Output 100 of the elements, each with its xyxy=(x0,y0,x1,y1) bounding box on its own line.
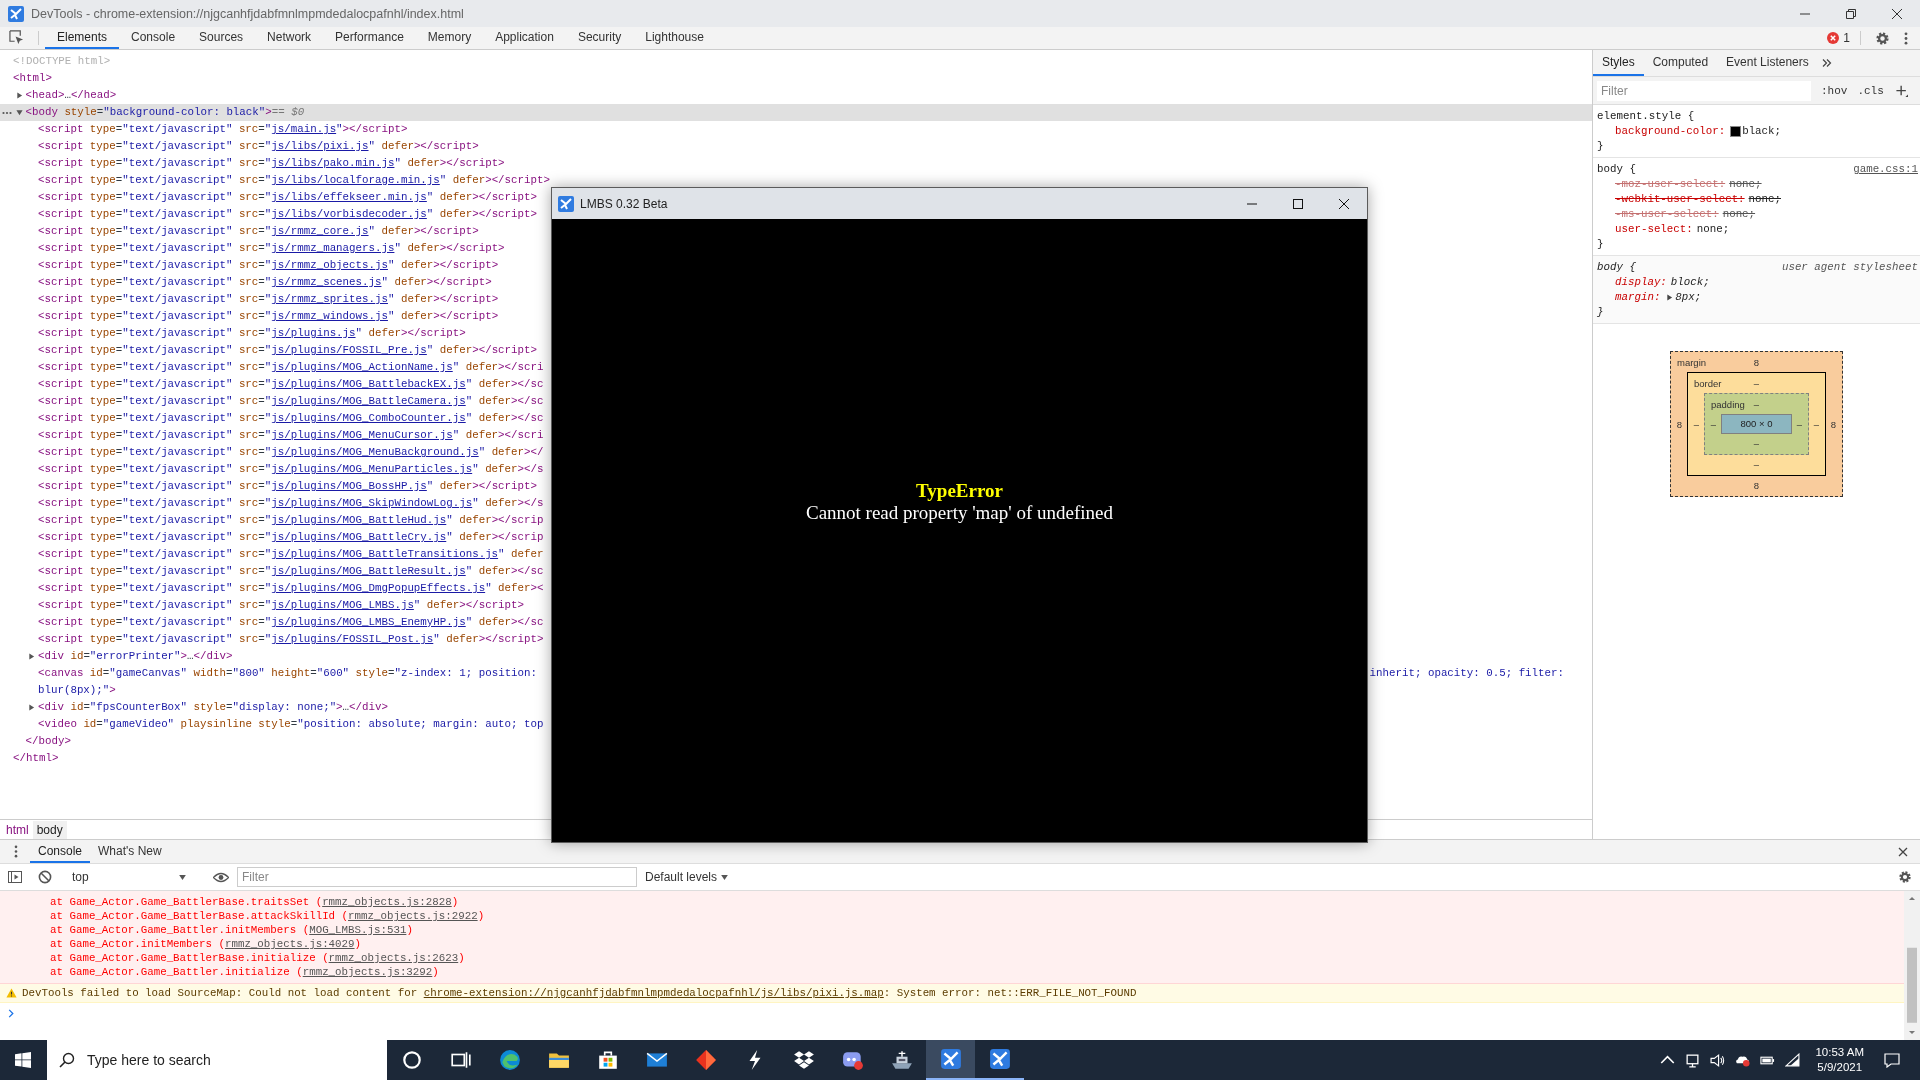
dom-node-row[interactable]: <script type="text/javascript" src="js/rmmz_objects.js" defer></script> xyxy=(0,257,499,274)
taskbar-app-button[interactable] xyxy=(926,1040,975,1080)
device-icon[interactable] xyxy=(1685,1052,1701,1068)
dom-node-row[interactable]: <script type="text/javascript" src="js/plugins/MOG_BattlebackEX.js" defer></sc xyxy=(0,376,544,393)
dom-node-row[interactable]: <script type="text/javascript" src="js/plugins/MOG_MenuCursor.js" defer></scri xyxy=(0,427,544,444)
dom-node-row[interactable]: <head>…</head> xyxy=(0,87,117,104)
file-link[interactable]: js/libs/pixi.js xyxy=(271,138,369,155)
breadcrumb[interactable]: html xyxy=(2,820,33,839)
dom-node-row[interactable]: <script type="text/javascript" src="js/plugins/MOG_MenuParticles.js" defer></s xyxy=(0,461,544,478)
file-link[interactable]: js/plugins/MOG_BattlebackEX.js xyxy=(271,376,466,393)
sidebar-tab[interactable]: Computed xyxy=(1643,50,1718,76)
boxes-icon[interactable] xyxy=(792,1049,815,1071)
file-link[interactable]: js/plugins/MOG_ActionName.js xyxy=(271,359,453,376)
file-link[interactable]: js/rmmz_windows.js xyxy=(271,308,388,325)
source-link[interactable]: rmmz_objects.js:2828 xyxy=(322,896,452,908)
dom-node-row[interactable]: <div id="errorPrinter">…</div> xyxy=(0,648,233,665)
dom-node-row[interactable]: <script type="text/javascript" src="js/plugins/MOG_ActionName.js" defer></scri xyxy=(0,359,544,376)
expand-triangle-icon[interactable] xyxy=(15,92,23,99)
dom-node-row[interactable]: <script type="text/javascript" src="js/plugins/MOG_BattleTransitions.js" defer xyxy=(0,546,544,563)
dom-node-row[interactable]: <script type="text/javascript" src="js/plugins/MOG_BattleCamera.js" defer></sc xyxy=(0,393,544,410)
dom-node-row[interactable]: <script type="text/javascript" src="js/plugins/MOG_BattleResult.js" defer></sc xyxy=(0,563,544,580)
file-link[interactable]: js/plugins/MOG_ComboCounter.js xyxy=(271,410,466,427)
file-link[interactable]: js/plugins/MOG_BattleCamera.js xyxy=(271,393,466,410)
filter-field[interactable]: Filter xyxy=(1597,80,1811,101)
file-link[interactable]: js/rmmz_sprites.js xyxy=(271,291,388,308)
file-link[interactable]: js/plugins/MOG_BattleCry.js xyxy=(271,529,447,546)
dom-node-row[interactable]: <script type="text/javascript" src="js/plugins/MOG_BattleHud.js" defer></scrip xyxy=(0,512,544,529)
drawer-menu-icon[interactable] xyxy=(14,845,18,858)
windows-start-icon[interactable] xyxy=(15,1052,31,1068)
expand-triangle-icon[interactable] xyxy=(28,653,35,660)
wifi-icon[interactable] xyxy=(1785,1052,1801,1068)
close-icon[interactable] xyxy=(1898,846,1908,857)
clock[interactable]: 10:53 AM 5/9/2021 xyxy=(1815,1045,1864,1075)
eye-icon[interactable] xyxy=(213,871,229,883)
dom-node-row[interactable]: <script type="text/javascript" src="js/libs/pixi.js" defer></script> xyxy=(0,138,479,155)
notification-icon[interactable] xyxy=(1884,1052,1900,1068)
diamond-icon[interactable] xyxy=(694,1049,717,1071)
panel-tab[interactable]: Console xyxy=(119,27,188,49)
file-link[interactable]: js/plugins/MOG_MenuParticles.js xyxy=(271,461,473,478)
breadcrumb[interactable]: body xyxy=(32,820,67,839)
source-link[interactable]: MOG_LMBS.js:531 xyxy=(309,924,407,936)
file-link[interactable]: js/plugins/MOG_MenuBackground.js xyxy=(271,444,479,461)
log-levels-dropdown[interactable]: Default levels xyxy=(645,870,729,884)
new-rule-icon[interactable] xyxy=(1895,84,1908,97)
dom-node-row[interactable]: <script type="text/javascript" src="js/plugins/FOSSIL_Post.js" defer></script> xyxy=(0,631,544,648)
scrollbar-drawing[interactable] xyxy=(1904,891,1920,1040)
file-link[interactable]: js/plugins.js xyxy=(271,325,356,342)
file-link[interactable]: js/libs/vorbisdecoder.js xyxy=(271,206,427,223)
file-link[interactable]: js/plugins/MOG_LMBS_EnemyHP.js xyxy=(271,614,466,631)
dom-node-row[interactable]: <canvas id="gameCanvas" width="800" height="600" style="z-index: 1; position: xyxy=(0,665,538,682)
dom-node-row[interactable]: <script type="text/javascript" src="js/rmmz_scenes.js" defer></script> xyxy=(0,274,492,291)
app-icon[interactable] xyxy=(841,1049,864,1071)
file-link[interactable]: js/main.js xyxy=(271,121,337,138)
source-link[interactable]: rmmz_objects.js:2623 xyxy=(328,952,459,964)
ship-icon[interactable] xyxy=(890,1049,913,1071)
source-link[interactable]: chrome-extension://njgcanhfjdabfmnlmpmdedalocpafnhl/js/libs/pixi.js.map xyxy=(423,987,884,999)
source-link[interactable]: rmmz_objects.js:2922 xyxy=(348,910,478,922)
file-link[interactable]: js/rmmz_core.js xyxy=(271,223,369,240)
dom-node-row[interactable]: <script type="text/javascript" src="js/plugins/MOG_LMBS.js" defer></script> xyxy=(0,597,525,614)
dom-node-row[interactable]: <script type="text/javascript" src="js/plugins/MOG_MenuBackground.js" defer></ xyxy=(0,444,544,461)
cls-toggle[interactable]: .cls xyxy=(1857,84,1884,97)
file-link[interactable]: js/plugins/FOSSIL_Post.js xyxy=(271,631,434,648)
dom-node-row[interactable]: <script type="text/javascript" src="js/plugins.js" defer></script> xyxy=(0,325,466,342)
file-link[interactable]: js/plugins/MOG_BattleResult.js xyxy=(271,563,466,580)
browser-icon[interactable] xyxy=(498,1049,521,1071)
hov-toggle[interactable]: :hov xyxy=(1821,84,1848,97)
dom-node-row[interactable]: <script type="text/javascript" src="js/plugins/MOG_BattleCry.js" defer></scrip xyxy=(0,529,544,546)
search-field[interactable]: Type here to search xyxy=(85,1051,387,1069)
inspect-icon[interactable] xyxy=(9,30,24,45)
file-link[interactable]: js/rmmz_managers.js xyxy=(271,240,395,257)
panel-tab[interactable]: Security xyxy=(565,27,634,49)
sidebar-toggle-icon[interactable] xyxy=(8,870,22,884)
file-link[interactable]: js/plugins/MOG_BossHP.js xyxy=(271,478,427,495)
file-link[interactable]: js/plugins/MOG_DmgPopupEffects.js xyxy=(271,580,486,597)
search-box[interactable]: Type here to search xyxy=(47,1040,387,1080)
panel-tab[interactable]: Performance xyxy=(323,27,416,49)
file-link[interactable]: js/rmmz_objects.js xyxy=(271,257,388,274)
file-link[interactable]: js/rmmz_scenes.js xyxy=(271,274,382,291)
dom-node-row[interactable]: <div id="fpsCounterBox" style="display: none;">…</div> xyxy=(0,699,388,716)
dom-node-row[interactable]: <script type="text/javascript" src="js/plugins/MOG_BossHP.js" defer></script> xyxy=(0,478,537,495)
dom-node-row[interactable]: <script type="text/javascript" src="js/plugins/MOG_ComboCounter.js" defer></sc xyxy=(0,410,544,427)
settings-icon[interactable] xyxy=(1875,30,1890,46)
dom-node-row[interactable]: <script type="text/javascript" src="js/plugins/MOG_DmgPopupEffects.js" defer>< xyxy=(0,580,544,597)
store-bag-icon[interactable] xyxy=(596,1049,619,1071)
expand-triangle-icon[interactable] xyxy=(15,109,23,116)
dom-node-row[interactable]: <script type="text/javascript" src="js/plugins/MOG_SkipWindowLog.js" defer></s xyxy=(0,495,544,512)
more-icon[interactable] xyxy=(2,111,12,115)
circle-icon[interactable] xyxy=(400,1049,423,1071)
speaker-icon[interactable] xyxy=(1710,1052,1726,1068)
task-view-icon[interactable] xyxy=(449,1049,472,1071)
file-link[interactable]: js/plugins/FOSSIL_Pre.js xyxy=(271,342,427,359)
panel-tab[interactable]: Memory xyxy=(415,27,484,49)
color-swatch-icon[interactable] xyxy=(1730,126,1742,137)
dom-node-row[interactable]: <script type="text/javascript" src="js/plugins/MOG_LMBS_EnemyHP.js" defer></sc xyxy=(0,614,544,631)
panel-tab[interactable]: Application xyxy=(483,27,566,49)
panel-tab[interactable]: Sources xyxy=(187,27,256,49)
file-link[interactable]: js/libs/pako.min.js xyxy=(271,155,395,172)
dom-node-row[interactable]: <video id="gameVideo" playsinline style="position: absolute; margin: auto; top xyxy=(0,716,544,733)
error-icon[interactable] xyxy=(1827,32,1840,44)
settings-icon[interactable] xyxy=(1898,870,1912,884)
